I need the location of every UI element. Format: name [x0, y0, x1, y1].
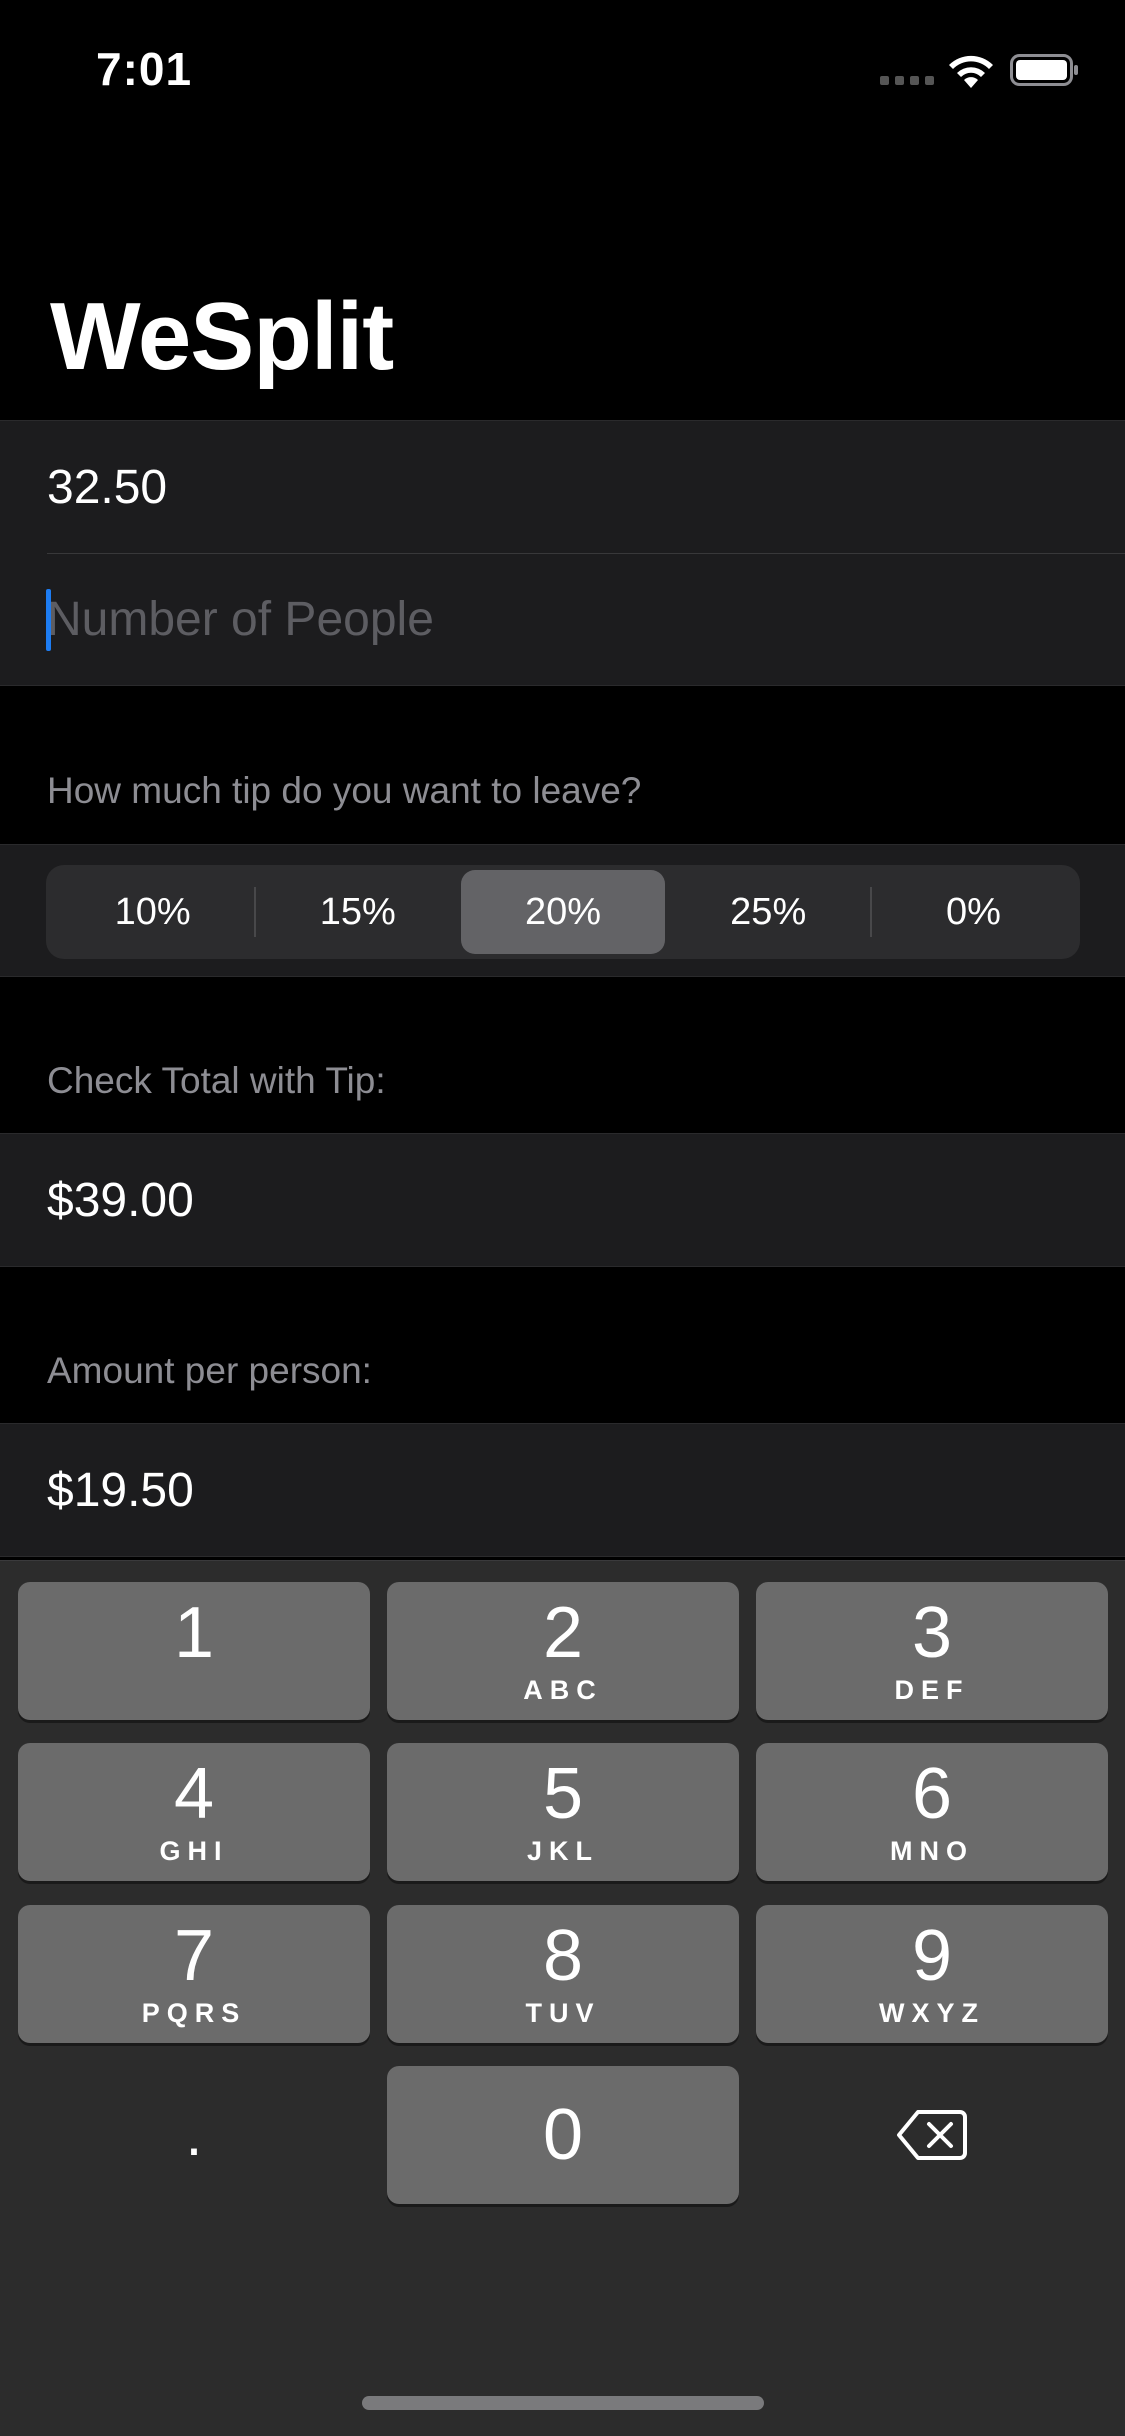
check-amount-value: 32.50 [47, 460, 168, 514]
key-letters: PQRS [141, 1998, 247, 2028]
key-7[interactable]: 7 PQRS [18, 1905, 370, 2043]
wifi-icon [949, 55, 993, 88]
delete-backward-icon [897, 2110, 967, 2160]
key-decimal[interactable]: . [18, 2066, 370, 2204]
check-total-cell: $39.00 [0, 1134, 1125, 1266]
key-letters: GHI [159, 1836, 229, 1866]
key-2[interactable]: 2 ABC [387, 1582, 739, 1720]
key-6[interactable]: 6 MNO [756, 1743, 1108, 1881]
key-digit: 7 [173, 1916, 215, 1996]
key-digit: 6 [911, 1754, 953, 1834]
key-letters: MNO [890, 1836, 974, 1866]
key-9[interactable]: 9 WXYZ [756, 1905, 1108, 2043]
number-pad-keyboard: 1 2 ABC 3 DEF 4 GHI 5 JKL 6 MNO 7 PQRS 8 [0, 1560, 1125, 2436]
tip-option-0[interactable]: 0% [872, 870, 1075, 954]
key-letters: ABC [523, 1675, 603, 1705]
amount-per-person-cell: $19.50 [0, 1424, 1125, 1556]
number-of-people-placeholder: Number of People [47, 592, 434, 646]
app-screen: 7:01 WeSplit 32.50 Number of People How … [0, 0, 1125, 2436]
key-digit: 5 [542, 1754, 584, 1834]
per-person-section: $19.50 [0, 1423, 1125, 1557]
tip-option-20-selected[interactable]: 20% [461, 870, 665, 954]
key-digit: 3 [911, 1593, 953, 1673]
battery-icon [1010, 54, 1078, 86]
key-4[interactable]: 4 GHI [18, 1743, 370, 1881]
home-indicator[interactable] [362, 2396, 764, 2410]
key-digit: 8 [542, 1916, 584, 1996]
tip-percentage-picker[interactable]: 10% 15% 20% 25% 0% [46, 865, 1080, 959]
key-digit: 0 [542, 2095, 584, 2175]
key-3[interactable]: 3 DEF [756, 1582, 1108, 1720]
key-digit: 4 [173, 1754, 215, 1834]
key-letters: DEF [894, 1675, 970, 1705]
key-1[interactable]: 1 [18, 1582, 370, 1720]
key-letters: WXYZ [879, 1998, 985, 2028]
cellular-signal-icon [880, 76, 934, 85]
check-total-value: $39.00 [47, 1173, 194, 1227]
amount-per-person-value: $19.50 [47, 1463, 194, 1517]
number-of-people-field[interactable]: Number of People [0, 553, 1125, 685]
key-digit: 9 [911, 1916, 953, 1996]
page-title: WeSplit [50, 283, 394, 390]
per-person-section-header: Amount per person: [47, 1350, 372, 1391]
text-cursor [46, 589, 51, 651]
total-section-header: Check Total with Tip: [47, 1060, 386, 1101]
key-0[interactable]: 0 [387, 2066, 739, 2204]
tip-option-10[interactable]: 10% [51, 870, 254, 954]
key-8[interactable]: 8 TUV [387, 1905, 739, 2043]
key-delete[interactable] [756, 2066, 1108, 2204]
check-amount-field[interactable]: 32.50 [0, 421, 1125, 553]
status-time: 7:01 [96, 43, 193, 95]
key-letters: JKL [526, 1836, 599, 1866]
key-5[interactable]: 5 JKL [387, 1743, 739, 1881]
input-section: 32.50 Number of People [0, 420, 1125, 686]
key-letters: TUV [525, 1998, 601, 2028]
key-digit: 1 [173, 1593, 215, 1673]
total-section: $39.00 [0, 1133, 1125, 1267]
tip-section-header: How much tip do you want to leave? [47, 770, 642, 811]
tip-option-15[interactable]: 15% [256, 870, 459, 954]
key-digit: 2 [542, 1593, 584, 1673]
tip-option-25[interactable]: 25% [667, 870, 870, 954]
decimal-point: . [185, 2101, 203, 2168]
